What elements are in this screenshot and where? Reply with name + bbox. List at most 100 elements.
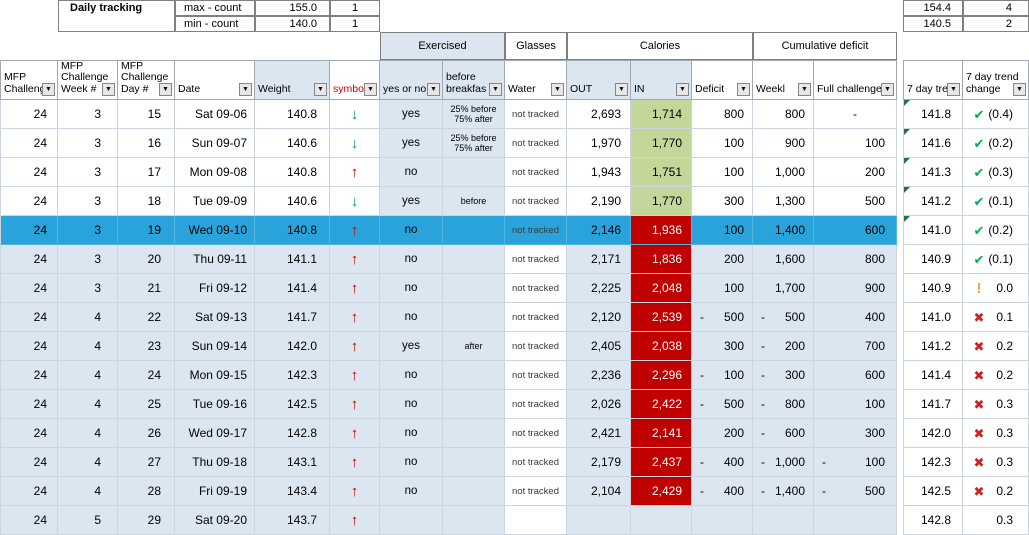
cell-out[interactable]: 2,405: [567, 332, 631, 361]
cell-full[interactable]: -: [814, 100, 897, 129]
filter-dropdown-icon-weekly[interactable]: ▼: [798, 83, 811, 96]
cell-weight[interactable]: 142.8: [255, 419, 330, 448]
cell-mfp[interactable]: 24: [0, 129, 58, 158]
cell-deficit[interactable]: - 500: [692, 390, 753, 419]
cell-out[interactable]: 2,104: [567, 477, 631, 506]
column-header-trend[interactable]: 7 day tre ▼: [903, 60, 963, 100]
cell-symbol[interactable]: ↑: [330, 245, 380, 274]
cell-deficit[interactable]: 300: [692, 187, 753, 216]
cell-mfp[interactable]: 24: [0, 100, 58, 129]
cell-in[interactable]: 2,429: [631, 477, 692, 506]
cell-change[interactable]: ✖ 0.2: [963, 332, 1029, 361]
cell-week[interactable]: 3: [58, 245, 118, 274]
cell-deficit[interactable]: 100: [692, 129, 753, 158]
cell-symbol[interactable]: ↑: [330, 419, 380, 448]
cell-change[interactable]: ✔ (0.1): [963, 245, 1029, 274]
cell-full[interactable]: 800: [814, 245, 897, 274]
cell-in[interactable]: [631, 506, 692, 535]
cell-out[interactable]: 2,179: [567, 448, 631, 477]
cell-in[interactable]: 1,770: [631, 129, 692, 158]
cell-date[interactable]: Sun 09-14: [175, 332, 255, 361]
column-header-weekly[interactable]: Weekl ▼: [753, 60, 814, 100]
cell-in[interactable]: 1,770: [631, 187, 692, 216]
cell-day[interactable]: 21: [118, 274, 175, 303]
cell-symbol[interactable]: ↑: [330, 216, 380, 245]
cell-before[interactable]: after: [443, 332, 505, 361]
cell-weight[interactable]: 141.1: [255, 245, 330, 274]
cell-out[interactable]: 2,236: [567, 361, 631, 390]
cell-change[interactable]: ✔ (0.3): [963, 158, 1029, 187]
cell-exercised[interactable]: no: [380, 245, 443, 274]
cell-day[interactable]: 18: [118, 187, 175, 216]
cell-weekly[interactable]: 900: [753, 129, 814, 158]
cell-mfp[interactable]: 24: [0, 216, 58, 245]
cell-symbol[interactable]: ↑: [330, 506, 380, 535]
cell-symbol[interactable]: ↑: [330, 332, 380, 361]
min-count-cell[interactable]: 1: [330, 16, 380, 32]
cell-day[interactable]: 27: [118, 448, 175, 477]
cell-date[interactable]: Thu 09-11: [175, 245, 255, 274]
cell-before[interactable]: [443, 419, 505, 448]
cell-mfp[interactable]: 24: [0, 303, 58, 332]
cell-weight[interactable]: 141.7: [255, 303, 330, 332]
cell-deficit[interactable]: 800: [692, 100, 753, 129]
cell-mfp[interactable]: 24: [0, 419, 58, 448]
cell-water[interactable]: [505, 506, 567, 535]
cell-before[interactable]: 25% before 75% after: [443, 100, 505, 129]
cell-in[interactable]: 2,437: [631, 448, 692, 477]
cell-full[interactable]: 100: [814, 390, 897, 419]
column-header-change[interactable]: 7 day trend change ▼: [963, 60, 1029, 100]
cell-exercised[interactable]: no: [380, 274, 443, 303]
cell-before[interactable]: [443, 216, 505, 245]
cell-full[interactable]: - 100: [814, 448, 897, 477]
cell-exercised[interactable]: no: [380, 419, 443, 448]
cell-deficit[interactable]: 100: [692, 216, 753, 245]
column-header-deficit[interactable]: Deficit ▼: [692, 60, 753, 100]
filter-dropdown-icon-weight[interactable]: ▼: [314, 83, 327, 96]
column-header-in[interactable]: IN ▼: [631, 60, 692, 100]
cell-before[interactable]: [443, 274, 505, 303]
trend-min-count-cell[interactable]: 2: [963, 16, 1029, 32]
cell-weekly[interactable]: 800: [753, 100, 814, 129]
cell-weight[interactable]: 140.6: [255, 129, 330, 158]
cell-mfp[interactable]: 24: [0, 448, 58, 477]
cell-out[interactable]: 2,146: [567, 216, 631, 245]
cell-date[interactable]: Sat 09-20: [175, 506, 255, 535]
cell-day[interactable]: 16: [118, 129, 175, 158]
cell-date[interactable]: Tue 09-16: [175, 390, 255, 419]
cell-change[interactable]: 0.3: [963, 506, 1029, 535]
filter-dropdown-icon-trend[interactable]: ▼: [947, 83, 960, 96]
cell-deficit[interactable]: - 100: [692, 361, 753, 390]
cell-date[interactable]: Tue 09-09: [175, 187, 255, 216]
cell-full[interactable]: 500: [814, 187, 897, 216]
cell-weekly[interactable]: 1,400: [753, 216, 814, 245]
cell-trend[interactable]: 142.0: [903, 419, 963, 448]
cell-full[interactable]: 600: [814, 216, 897, 245]
cell-trend[interactable]: 141.4: [903, 361, 963, 390]
cell-before[interactable]: [443, 303, 505, 332]
cell-exercised[interactable]: no: [380, 158, 443, 187]
cell-trend[interactable]: 141.6: [903, 129, 963, 158]
cell-water[interactable]: not tracked: [505, 419, 567, 448]
trend-max-count-cell[interactable]: 4: [963, 0, 1029, 16]
max-value-cell[interactable]: 155.0: [255, 0, 330, 16]
cell-water[interactable]: not tracked: [505, 477, 567, 506]
cell-trend[interactable]: 141.2: [903, 187, 963, 216]
cell-deficit[interactable]: - 500: [692, 303, 753, 332]
cell-weekly[interactable]: - 600: [753, 419, 814, 448]
cell-mfp[interactable]: 24: [0, 158, 58, 187]
cell-weekly[interactable]: - 200: [753, 332, 814, 361]
cell-day[interactable]: 19: [118, 216, 175, 245]
cell-exercised[interactable]: no: [380, 216, 443, 245]
cell-trend[interactable]: 141.0: [903, 216, 963, 245]
cell-day[interactable]: 15: [118, 100, 175, 129]
cell-in[interactable]: 2,539: [631, 303, 692, 332]
cell-change[interactable]: ✖ 0.2: [963, 361, 1029, 390]
cell-trend[interactable]: 142.5: [903, 477, 963, 506]
trend-min-value-cell[interactable]: 140.5: [903, 16, 963, 32]
cell-water[interactable]: not tracked: [505, 187, 567, 216]
column-header-full[interactable]: Full challenge ▼: [814, 60, 897, 100]
cell-weight[interactable]: 141.4: [255, 274, 330, 303]
cell-full[interactable]: 900: [814, 274, 897, 303]
cell-day[interactable]: 29: [118, 506, 175, 535]
